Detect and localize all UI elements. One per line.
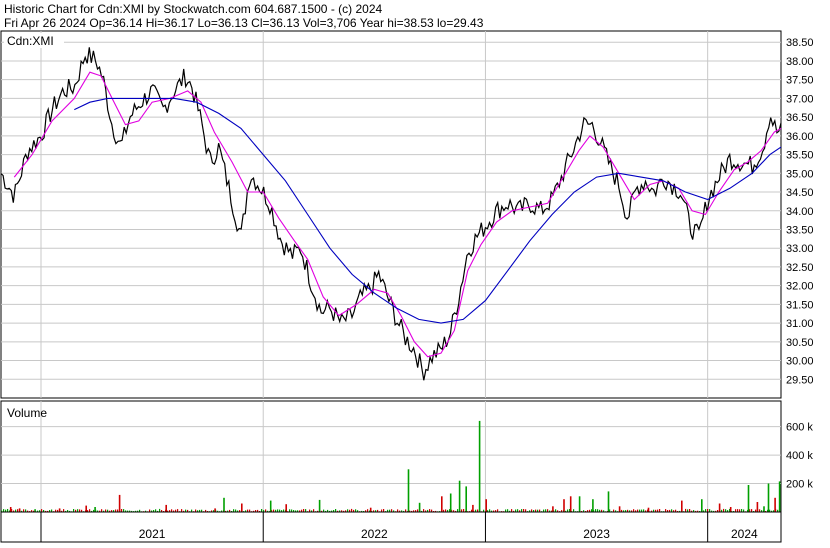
volume-tick-label: 200 k xyxy=(786,479,813,491)
volume-spike-bar xyxy=(618,506,621,512)
volume-spike-bar xyxy=(223,497,225,512)
price-tick-label: 34.50 xyxy=(786,187,814,199)
price-tick-label: 35.00 xyxy=(786,168,814,180)
volume-spike-bar xyxy=(449,493,452,512)
chart-header-line1: Historic Chart for Cdn:XMI by Stockwatch… xyxy=(4,2,382,16)
volume-spike-bar xyxy=(318,499,321,512)
volume-spike-bar xyxy=(85,505,87,512)
volume-spike-bar xyxy=(94,507,96,512)
volume-spike-bar xyxy=(214,508,216,512)
price-tick-label: 36.00 xyxy=(786,131,814,143)
volume-spike-bar xyxy=(647,507,650,512)
volume-spike-bar xyxy=(458,480,461,512)
price-tick-label: 34.00 xyxy=(786,206,814,218)
volume-spike-bar xyxy=(58,508,61,512)
price-tick-label: 35.50 xyxy=(786,150,814,162)
volume-spike-bar xyxy=(729,507,732,512)
price-tick-label: 38.00 xyxy=(786,56,814,68)
volume-spike-bar xyxy=(774,497,776,512)
price-tick-label: 33.50 xyxy=(786,224,814,236)
price-tick-label: 30.50 xyxy=(786,337,814,349)
price-tick-label: 33.00 xyxy=(786,243,814,255)
price-panel-title: Cdn:XMI xyxy=(7,34,54,48)
price-tick-label: 32.50 xyxy=(786,262,814,274)
volume-spike-bar xyxy=(18,508,21,512)
volume-spike-bar xyxy=(563,499,565,512)
volume-spike-bar xyxy=(118,494,121,512)
volume-spike-bar xyxy=(552,506,554,512)
x-tick-label: 2022 xyxy=(361,527,388,541)
volume-spike-bar xyxy=(485,499,487,512)
volume-tick-label: 600 k xyxy=(786,422,813,434)
volume-spike-bar xyxy=(756,502,759,512)
volume-panel-title: Volume xyxy=(7,406,47,420)
volume-spike-bar xyxy=(269,500,272,512)
volume-spike-bar xyxy=(681,500,683,512)
x-tick-label: 2023 xyxy=(583,527,610,541)
volume-spike-bar xyxy=(701,499,703,512)
volume-spike-bar xyxy=(767,483,770,512)
volume-spike-bar xyxy=(778,481,781,512)
price-tick-label: 29.50 xyxy=(786,374,814,386)
price-tick-label: 31.50 xyxy=(786,299,814,311)
volume-spike-bar xyxy=(165,504,167,512)
price-tick-label: 36.50 xyxy=(786,112,814,124)
volume-spike-bar xyxy=(763,506,765,512)
volume-spike-bar xyxy=(369,507,372,512)
volume-spike-bar xyxy=(418,502,421,513)
volume-spike-bar xyxy=(285,504,287,512)
price-tick-label: 30.00 xyxy=(786,356,814,368)
price-tick-label: 37.00 xyxy=(786,93,814,105)
volume-spike-bar xyxy=(478,420,481,512)
volume-spike-bar xyxy=(569,496,572,512)
volume-spike-bar xyxy=(578,496,581,512)
price-tick-label: 31.00 xyxy=(786,318,814,330)
volume-spike-bar xyxy=(747,485,750,512)
volume-tick-label: 400 k xyxy=(786,450,813,462)
x-tick-label: 2021 xyxy=(139,527,166,541)
volume-spike-bar xyxy=(472,504,474,512)
volume-spike-bar xyxy=(241,503,243,512)
price-tick-label: 37.50 xyxy=(786,75,814,87)
volume-spike-bar xyxy=(407,469,410,512)
volume-spike-bar xyxy=(718,503,721,512)
stock-chart: Historic Chart for Cdn:XMI by Stockwatch… xyxy=(0,0,830,543)
price-tick-label: 38.50 xyxy=(786,37,814,49)
volume-spike-bar xyxy=(465,486,467,512)
chart-header-line2: Fri Apr 26 2024 Op=36.14 Hi=36.17 Lo=36.… xyxy=(4,16,484,30)
volume-axis: 600 k 400 k 200 k xyxy=(786,422,813,491)
price-tick-label: 32.00 xyxy=(786,281,814,293)
x-tick-label: 2024 xyxy=(731,527,758,541)
volume-spike-bar xyxy=(9,507,12,512)
volume-spike-bar xyxy=(441,496,443,512)
volume-spike-bar xyxy=(592,499,594,512)
volume-spike-bar xyxy=(607,491,610,512)
